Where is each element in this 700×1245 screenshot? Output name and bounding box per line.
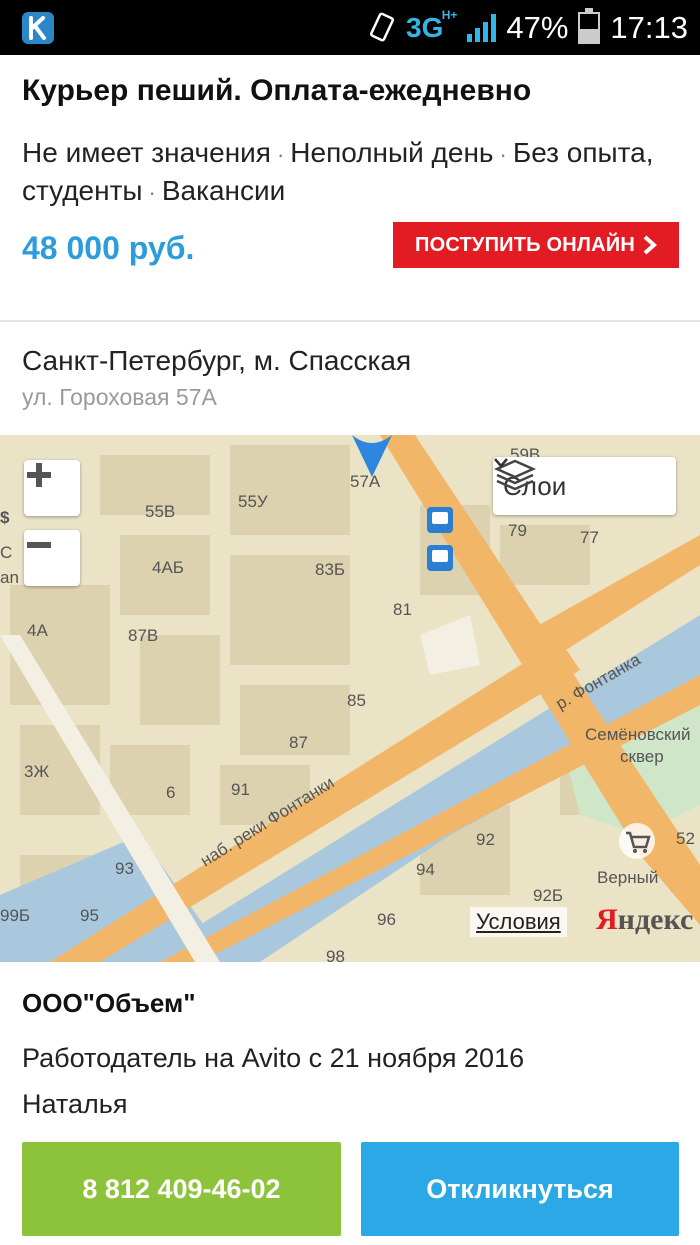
bld-98: 98 xyxy=(326,947,345,962)
zoom-out-button[interactable] xyxy=(24,530,80,586)
battery-icon xyxy=(578,8,601,44)
job-title: Курьер пеший. Оплата-ежедневно xyxy=(22,74,532,107)
bld-87v: 87В xyxy=(128,626,158,645)
bld-85: 85 xyxy=(347,691,366,710)
divider xyxy=(0,320,700,322)
bld-4ab: 4АБ xyxy=(152,558,184,577)
address-city: Санкт-Петербург, м. Спасская xyxy=(22,345,412,376)
signal-icon xyxy=(467,14,497,42)
bus-stop-icon[interactable] xyxy=(427,507,453,533)
respond-button[interactable]: Откликнуться xyxy=(361,1142,679,1236)
layers-button[interactable]: Слои xyxy=(493,457,676,515)
k-app-icon xyxy=(22,12,54,44)
tag-schedule: Неполный день xyxy=(290,137,494,168)
bld-4a: 4А xyxy=(27,621,48,640)
bld-92b: 92Б xyxy=(533,886,563,905)
poi-partial-dollar: $ xyxy=(0,508,10,527)
bld-92: 92 xyxy=(476,830,495,849)
minus-icon xyxy=(27,542,51,548)
poi-partial-c: С xyxy=(0,543,12,562)
status-bar: 3G H+ 47% 17:13 xyxy=(0,0,700,55)
yandex-logo: Яндекс xyxy=(596,903,694,936)
phone-number: 8 812 409-46-02 xyxy=(82,1173,281,1204)
bld-6: 6 xyxy=(166,783,175,802)
bld-99b: 99Б xyxy=(0,906,30,925)
bld-77: 77 xyxy=(580,528,599,547)
clock: 17:13 xyxy=(610,10,688,45)
bld-81: 81 xyxy=(393,600,412,619)
employer-since: Работодатель на Avito с 21 ноября 2016 xyxy=(22,1043,525,1073)
bld-55u: 55У xyxy=(238,492,268,511)
call-button[interactable]: 8 812 409-46-02 xyxy=(22,1142,341,1236)
chevron-right-icon xyxy=(643,235,657,255)
company-name[interactable]: ООО"Объем" xyxy=(22,988,196,1019)
bld-93: 93 xyxy=(115,859,134,878)
network-type: 3G H+ xyxy=(406,8,458,43)
bld-57a: 57А xyxy=(350,472,381,491)
rotate-icon xyxy=(370,12,395,42)
address-street: ул. Гороховая 57А xyxy=(22,384,217,410)
bld-87: 87 xyxy=(289,733,308,752)
contact-name: Наталья xyxy=(22,1089,128,1119)
bld-94: 94 xyxy=(416,860,435,879)
battery-percent: 47% xyxy=(506,10,569,45)
shopping-cart-icon[interactable] xyxy=(619,823,655,859)
job-tags: Не имеет значения · Неполный день · Без опыт… xyxy=(22,137,654,206)
map-terms-link[interactable]: Условия xyxy=(470,907,567,937)
salary: 48 000 руб. xyxy=(22,230,195,266)
tag-experience: Не имеет значения xyxy=(22,137,271,168)
bld-3zh: 3Ж xyxy=(24,762,49,781)
zoom-in-button[interactable] xyxy=(24,460,80,516)
bld-79: 79 xyxy=(508,521,527,540)
bld-52: 52 xyxy=(676,829,695,848)
park-label-2: сквер xyxy=(620,747,664,766)
store-label: Верный xyxy=(597,868,658,887)
bld-91: 91 xyxy=(231,780,250,799)
respond-label: Откликнуться xyxy=(426,1173,614,1204)
bld-83b: 83Б xyxy=(315,560,345,579)
plus-icon xyxy=(27,463,51,487)
apply-online-button[interactable]: ПОСТУПИТЬ ОНЛАЙН xyxy=(393,222,679,268)
chevron-down-icon xyxy=(494,458,508,468)
bus-stop-icon[interactable] xyxy=(427,545,453,571)
poi-partial-an: an xyxy=(0,568,19,587)
bld-55v: 55В xyxy=(145,502,175,521)
apply-online-label: ПОСТУПИТЬ ОНЛАЙН xyxy=(415,233,635,256)
tag-type: Вакансии xyxy=(161,175,286,206)
park-label-1: Семёновский xyxy=(585,725,691,744)
bld-95: 95 xyxy=(80,906,99,925)
map-view[interactable]: наб. реки Фонтанки р. Фонтанка Семёновск… xyxy=(0,435,700,962)
bld-96: 96 xyxy=(377,910,396,929)
